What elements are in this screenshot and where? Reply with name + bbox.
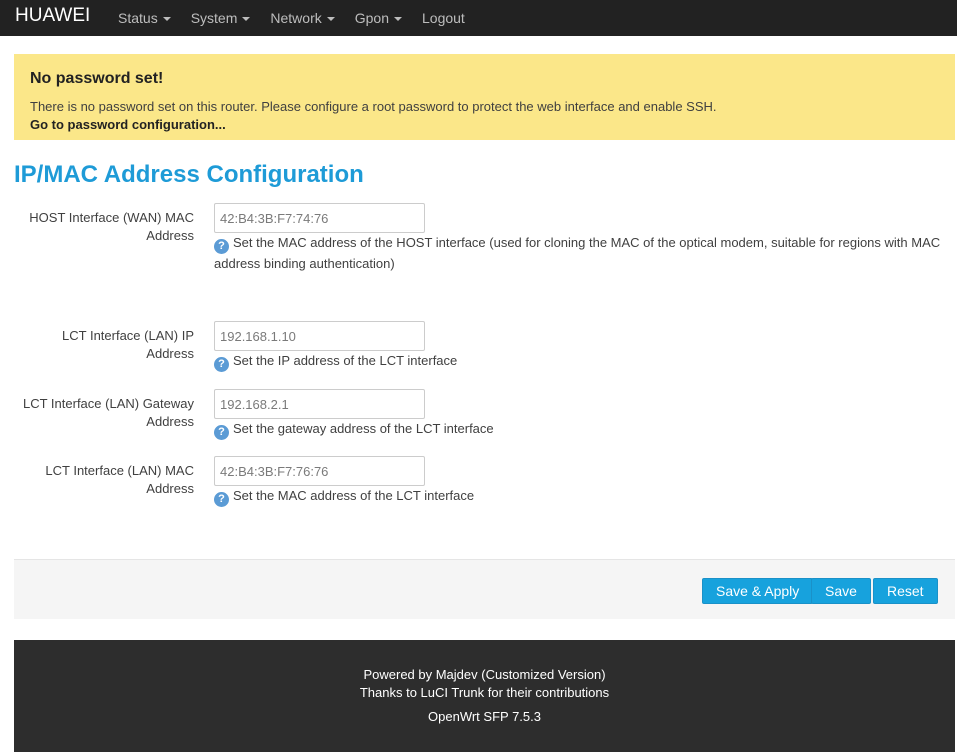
help-icon: ? [214, 492, 229, 507]
password-config-link[interactable]: Go to password configuration... [30, 117, 939, 132]
no-password-alert: No password set! There is no password se… [14, 54, 955, 140]
save-button[interactable]: Save [811, 578, 871, 604]
help-icon: ? [214, 357, 229, 372]
caret-down-icon [394, 17, 402, 21]
footer-thanks: Thanks to LuCI Trunk for their contribut… [359, 685, 610, 700]
form-actions: Save & Apply Save Reset [14, 559, 955, 619]
host-wan-mac-help: ? Set the MAC address of the HOST interfa… [214, 233, 949, 274]
brand-logo[interactable]: HUAWEI [0, 1, 108, 31]
nav-logout[interactable]: Logout [412, 0, 475, 36]
footer-powered-by: Powered by Majdev (Customized Version) [363, 667, 606, 682]
caret-down-icon [326, 17, 335, 21]
lct-lan-gateway-help-text: Set the gateway address of the LCT inter… [233, 421, 494, 436]
lct-lan-ip-help-text: Set the IP address of the LCT interface [233, 353, 458, 368]
save-apply-button[interactable]: Save & Apply [702, 578, 814, 604]
page-footer: Powered by Majdev (Customized Version) T… [14, 640, 955, 752]
lct-lan-ip-label: LCT Interface (LAN) IP Address [62, 328, 194, 361]
nav-system[interactable]: System [181, 0, 261, 36]
nav-gpon[interactable]: Gpon [345, 0, 412, 36]
lct-lan-mac-help-text: Set the MAC address of the LCT interface [233, 488, 475, 503]
reset-button[interactable]: Reset [873, 578, 938, 604]
lct-lan-mac-help: ? Set the MAC address of the LCT interfac… [214, 486, 949, 507]
nav-network-label: Network [270, 10, 322, 26]
caret-down-icon [242, 17, 251, 21]
host-wan-mac-help-text: Set the MAC address of the HOST interfac… [214, 235, 941, 271]
nav-logout-label: Logout [422, 10, 465, 26]
nav-gpon-label: Gpon [354, 10, 389, 26]
lct-lan-mac-label: LCT Interface (LAN) MAC Address [45, 463, 194, 496]
nav-status-label: Status [118, 10, 158, 26]
help-icon: ? [214, 425, 229, 440]
page-title: IP/MAC Address Configuration [14, 161, 364, 188]
alert-text: There is no password set on this router.… [30, 99, 717, 114]
lct-lan-mac-input[interactable] [214, 456, 425, 486]
host-wan-mac-label: HOST Interface (WAN) MAC Address [29, 210, 194, 243]
host-wan-mac-input[interactable] [214, 203, 425, 233]
lct-lan-ip-help: ? Set the IP address of the LCT interface [214, 351, 949, 372]
help-icon: ? [214, 239, 229, 254]
lct-lan-gateway-input[interactable] [214, 389, 425, 419]
top-navbar: HUAWEI Status System Network Gpon Logout [0, 0, 957, 36]
alert-title: No password set! [30, 70, 164, 87]
nav-status[interactable]: Status [108, 0, 181, 36]
caret-down-icon [162, 17, 171, 21]
lct-lan-gateway-label: LCT Interface (LAN) Gateway Address [23, 396, 194, 429]
lct-lan-ip-input[interactable] [214, 321, 425, 351]
nav-system-label: System [190, 10, 238, 26]
footer-version: OpenWrt SFP 7.5.3 [428, 709, 541, 724]
nav-network[interactable]: Network [260, 0, 344, 36]
lct-lan-gateway-help: ? Set the gateway address of the LCT inte… [214, 419, 949, 440]
